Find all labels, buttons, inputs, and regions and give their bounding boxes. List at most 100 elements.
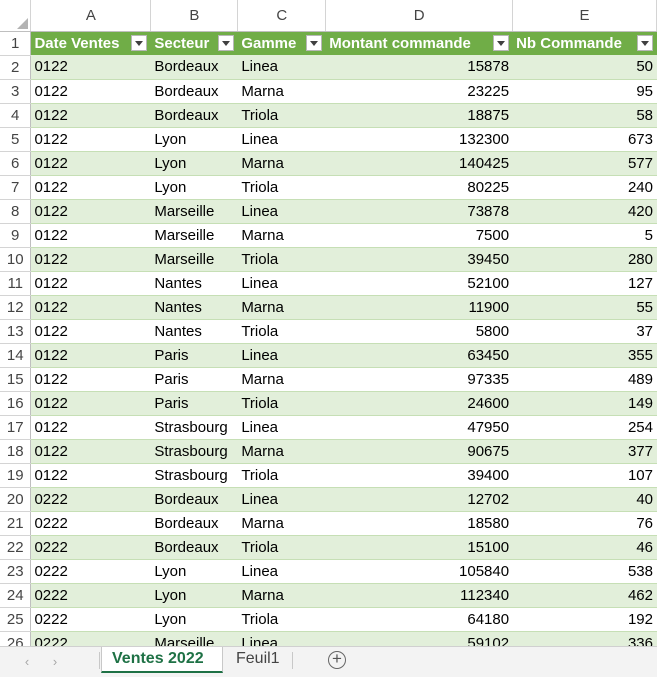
table-cell[interactable]: 673: [512, 127, 657, 152]
row-number[interactable]: 18: [0, 439, 32, 464]
table-cell[interactable]: 107: [512, 463, 657, 488]
select-all-button[interactable]: [0, 0, 32, 32]
table-cell[interactable]: 132300: [325, 127, 514, 152]
table-cell[interactable]: Lyon: [150, 127, 239, 152]
table-cell[interactable]: 577: [512, 151, 657, 176]
table-cell[interactable]: 76: [512, 511, 657, 536]
column-header-e[interactable]: E: [512, 0, 657, 32]
column-header-a[interactable]: A: [30, 0, 152, 32]
table-header-cell[interactable]: Gamme: [237, 31, 327, 55]
table-cell[interactable]: 39400: [325, 463, 514, 488]
table-cell[interactable]: Triola: [237, 319, 327, 344]
table-cell[interactable]: Paris: [150, 343, 239, 368]
table-cell[interactable]: Lyon: [150, 175, 239, 200]
row-number[interactable]: 21: [0, 511, 32, 536]
row-number[interactable]: 5: [0, 127, 32, 152]
table-cell[interactable]: Lyon: [150, 607, 239, 632]
table-cell[interactable]: 55: [512, 295, 657, 320]
table-cell[interactable]: 0122: [30, 319, 152, 344]
table-cell[interactable]: 377: [512, 439, 657, 464]
table-cell[interactable]: Paris: [150, 391, 239, 416]
table-cell[interactable]: 0222: [30, 631, 152, 646]
filter-dropdown-icon[interactable]: [493, 34, 510, 51]
table-cell[interactable]: Linea: [237, 127, 327, 152]
tab-ventes-2022[interactable]: Ventes 2022: [101, 647, 223, 673]
table-cell[interactable]: 280: [512, 247, 657, 272]
table-cell[interactable]: 127: [512, 271, 657, 296]
row-number[interactable]: 19: [0, 463, 32, 488]
table-cell[interactable]: Lyon: [150, 583, 239, 608]
column-header-b[interactable]: B: [150, 0, 239, 32]
row-number[interactable]: 8: [0, 199, 32, 224]
row-number[interactable]: 15: [0, 367, 32, 392]
table-cell[interactable]: 0122: [30, 151, 152, 176]
table-cell[interactable]: 105840: [325, 559, 514, 584]
table-cell[interactable]: 97335: [325, 367, 514, 392]
row-number[interactable]: 16: [0, 391, 32, 416]
table-cell[interactable]: Triola: [237, 463, 327, 488]
table-cell[interactable]: 0122: [30, 247, 152, 272]
table-cell[interactable]: 0122: [30, 55, 152, 80]
row-number[interactable]: 13: [0, 319, 32, 344]
table-cell[interactable]: Bordeaux: [150, 535, 239, 560]
table-cell[interactable]: 355: [512, 343, 657, 368]
table-cell[interactable]: Linea: [237, 343, 327, 368]
table-cell[interactable]: 18580: [325, 511, 514, 536]
table-cell[interactable]: 149: [512, 391, 657, 416]
table-cell[interactable]: Strasbourg: [150, 463, 239, 488]
row-number[interactable]: 14: [0, 343, 32, 368]
row-number[interactable]: 20: [0, 487, 32, 512]
table-cell[interactable]: 39450: [325, 247, 514, 272]
table-cell[interactable]: Marseille: [150, 631, 239, 646]
table-cell[interactable]: Bordeaux: [150, 79, 239, 104]
table-cell[interactable]: 0122: [30, 367, 152, 392]
table-cell[interactable]: 0122: [30, 463, 152, 488]
table-cell[interactable]: 336: [512, 631, 657, 646]
column-header-c[interactable]: C: [237, 0, 327, 32]
table-cell[interactable]: 23225: [325, 79, 514, 104]
table-cell[interactable]: 5: [512, 223, 657, 248]
table-cell[interactable]: 52100: [325, 271, 514, 296]
table-cell[interactable]: Marseille: [150, 223, 239, 248]
table-cell[interactable]: 0222: [30, 583, 152, 608]
table-cell[interactable]: 112340: [325, 583, 514, 608]
table-cell[interactable]: 7500: [325, 223, 514, 248]
row-number[interactable]: 9: [0, 223, 32, 248]
row-number[interactable]: 10: [0, 247, 32, 272]
table-header-cell[interactable]: Montant commande: [325, 31, 514, 55]
row-number[interactable]: 22: [0, 535, 32, 560]
row-number[interactable]: 25: [0, 607, 32, 632]
table-cell[interactable]: Linea: [237, 631, 327, 646]
table-cell[interactable]: Triola: [237, 247, 327, 272]
table-cell[interactable]: 59102: [325, 631, 514, 646]
row-number[interactable]: 26: [0, 631, 32, 646]
row-number[interactable]: 6: [0, 151, 32, 176]
table-cell[interactable]: 24600: [325, 391, 514, 416]
table-cell[interactable]: 420: [512, 199, 657, 224]
table-cell[interactable]: Marna: [237, 295, 327, 320]
table-cell[interactable]: Nantes: [150, 295, 239, 320]
table-cell[interactable]: Linea: [237, 271, 327, 296]
table-cell[interactable]: 538: [512, 559, 657, 584]
filter-dropdown-icon[interactable]: [306, 34, 323, 51]
table-cell[interactable]: 0122: [30, 223, 152, 248]
table-cell[interactable]: Linea: [237, 55, 327, 80]
table-cell[interactable]: Triola: [237, 607, 327, 632]
column-header-d[interactable]: D: [325, 0, 514, 32]
table-cell[interactable]: Triola: [237, 175, 327, 200]
table-cell[interactable]: 0122: [30, 415, 152, 440]
table-cell[interactable]: Linea: [237, 559, 327, 584]
table-cell[interactable]: Marna: [237, 439, 327, 464]
table-cell[interactable]: 0222: [30, 559, 152, 584]
table-cell[interactable]: 15100: [325, 535, 514, 560]
table-cell[interactable]: 12702: [325, 487, 514, 512]
table-cell[interactable]: Nantes: [150, 271, 239, 296]
table-cell[interactable]: 63450: [325, 343, 514, 368]
table-cell[interactable]: 240: [512, 175, 657, 200]
table-cell[interactable]: 192: [512, 607, 657, 632]
table-cell[interactable]: 50: [512, 55, 657, 80]
row-number[interactable]: 24: [0, 583, 32, 608]
table-cell[interactable]: 0222: [30, 511, 152, 536]
table-cell[interactable]: 58: [512, 103, 657, 128]
table-cell[interactable]: 0122: [30, 439, 152, 464]
